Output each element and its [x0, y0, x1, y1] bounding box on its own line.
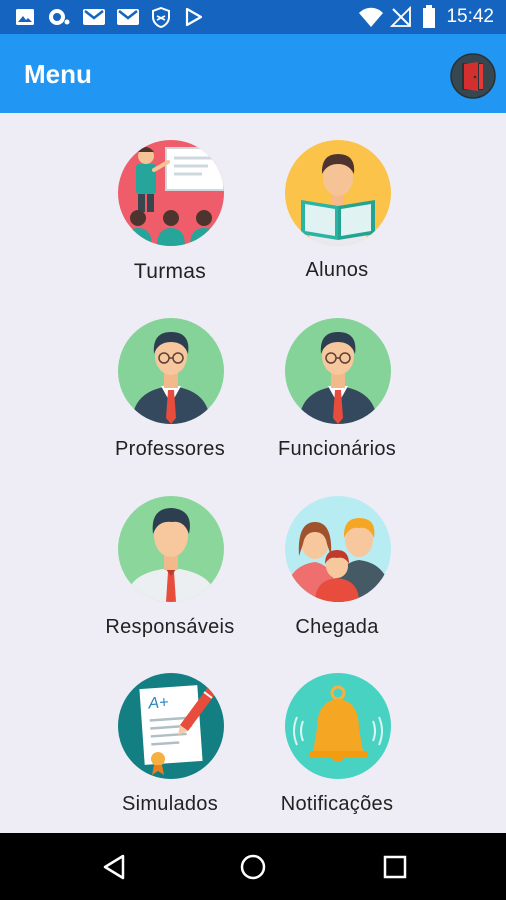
no-signal-icon — [390, 6, 411, 27]
recents-icon[interactable] — [380, 852, 410, 882]
menu-item-notificacoes[interactable]: Notificações — [253, 646, 421, 815]
teacher-icon — [118, 318, 224, 424]
student-reading-icon — [285, 140, 391, 246]
exam-icon: A+ — [118, 673, 224, 779]
play-store-icon — [185, 7, 203, 27]
menu-item-label: Funcionários — [277, 438, 397, 460]
logout-door-icon[interactable] — [450, 53, 496, 99]
menu-item-label: Responsáveis — [105, 616, 235, 638]
status-bar: 15:42 — [0, 0, 506, 34]
svg-text:A+: A+ — [147, 694, 169, 712]
menu-item-label: Turmas — [133, 260, 207, 283]
menu-item-label: Simulados — [121, 793, 219, 815]
menu-item-alunos[interactable]: Alunos — [253, 113, 421, 281]
menu-item-label: Notificações — [280, 793, 394, 815]
menu-item-responsaveis[interactable]: Responsáveis — [86, 469, 254, 638]
menu-item-label: Professores — [114, 438, 225, 460]
bell-icon — [285, 673, 391, 779]
menu-item-simulados[interactable]: A+ Simulados — [86, 646, 254, 815]
mail-icon — [83, 9, 105, 25]
wifi-icon — [359, 7, 383, 27]
menu-item-label: Alunos — [305, 259, 369, 281]
mail-icon — [117, 9, 139, 25]
menu-item-funcionarios[interactable]: Funcionários — [253, 291, 421, 460]
system-nav-bar — [0, 833, 506, 900]
menu-item-professores[interactable]: Professores — [86, 291, 254, 460]
image-icon — [16, 9, 34, 25]
menu-item-chegada[interactable]: Chegada — [253, 469, 421, 638]
status-time: 15:42 — [446, 6, 494, 27]
classroom-icon — [118, 140, 224, 246]
family-icon — [285, 496, 391, 602]
page-title: Menu — [24, 59, 92, 89]
menu-item-label: Chegada — [295, 616, 379, 638]
menu-item-turmas[interactable]: Turmas — [86, 113, 254, 283]
guardian-icon — [118, 496, 224, 602]
app-bar: Menu — [0, 34, 506, 113]
menu-grid: Turmas Alunos Professores Funcionários R… — [0, 113, 506, 833]
employee-icon — [285, 318, 391, 424]
sync-icon — [49, 9, 70, 25]
battery-icon — [423, 5, 435, 28]
shield-icon — [152, 7, 170, 28]
home-icon[interactable] — [238, 852, 268, 882]
back-icon[interactable] — [99, 852, 129, 882]
